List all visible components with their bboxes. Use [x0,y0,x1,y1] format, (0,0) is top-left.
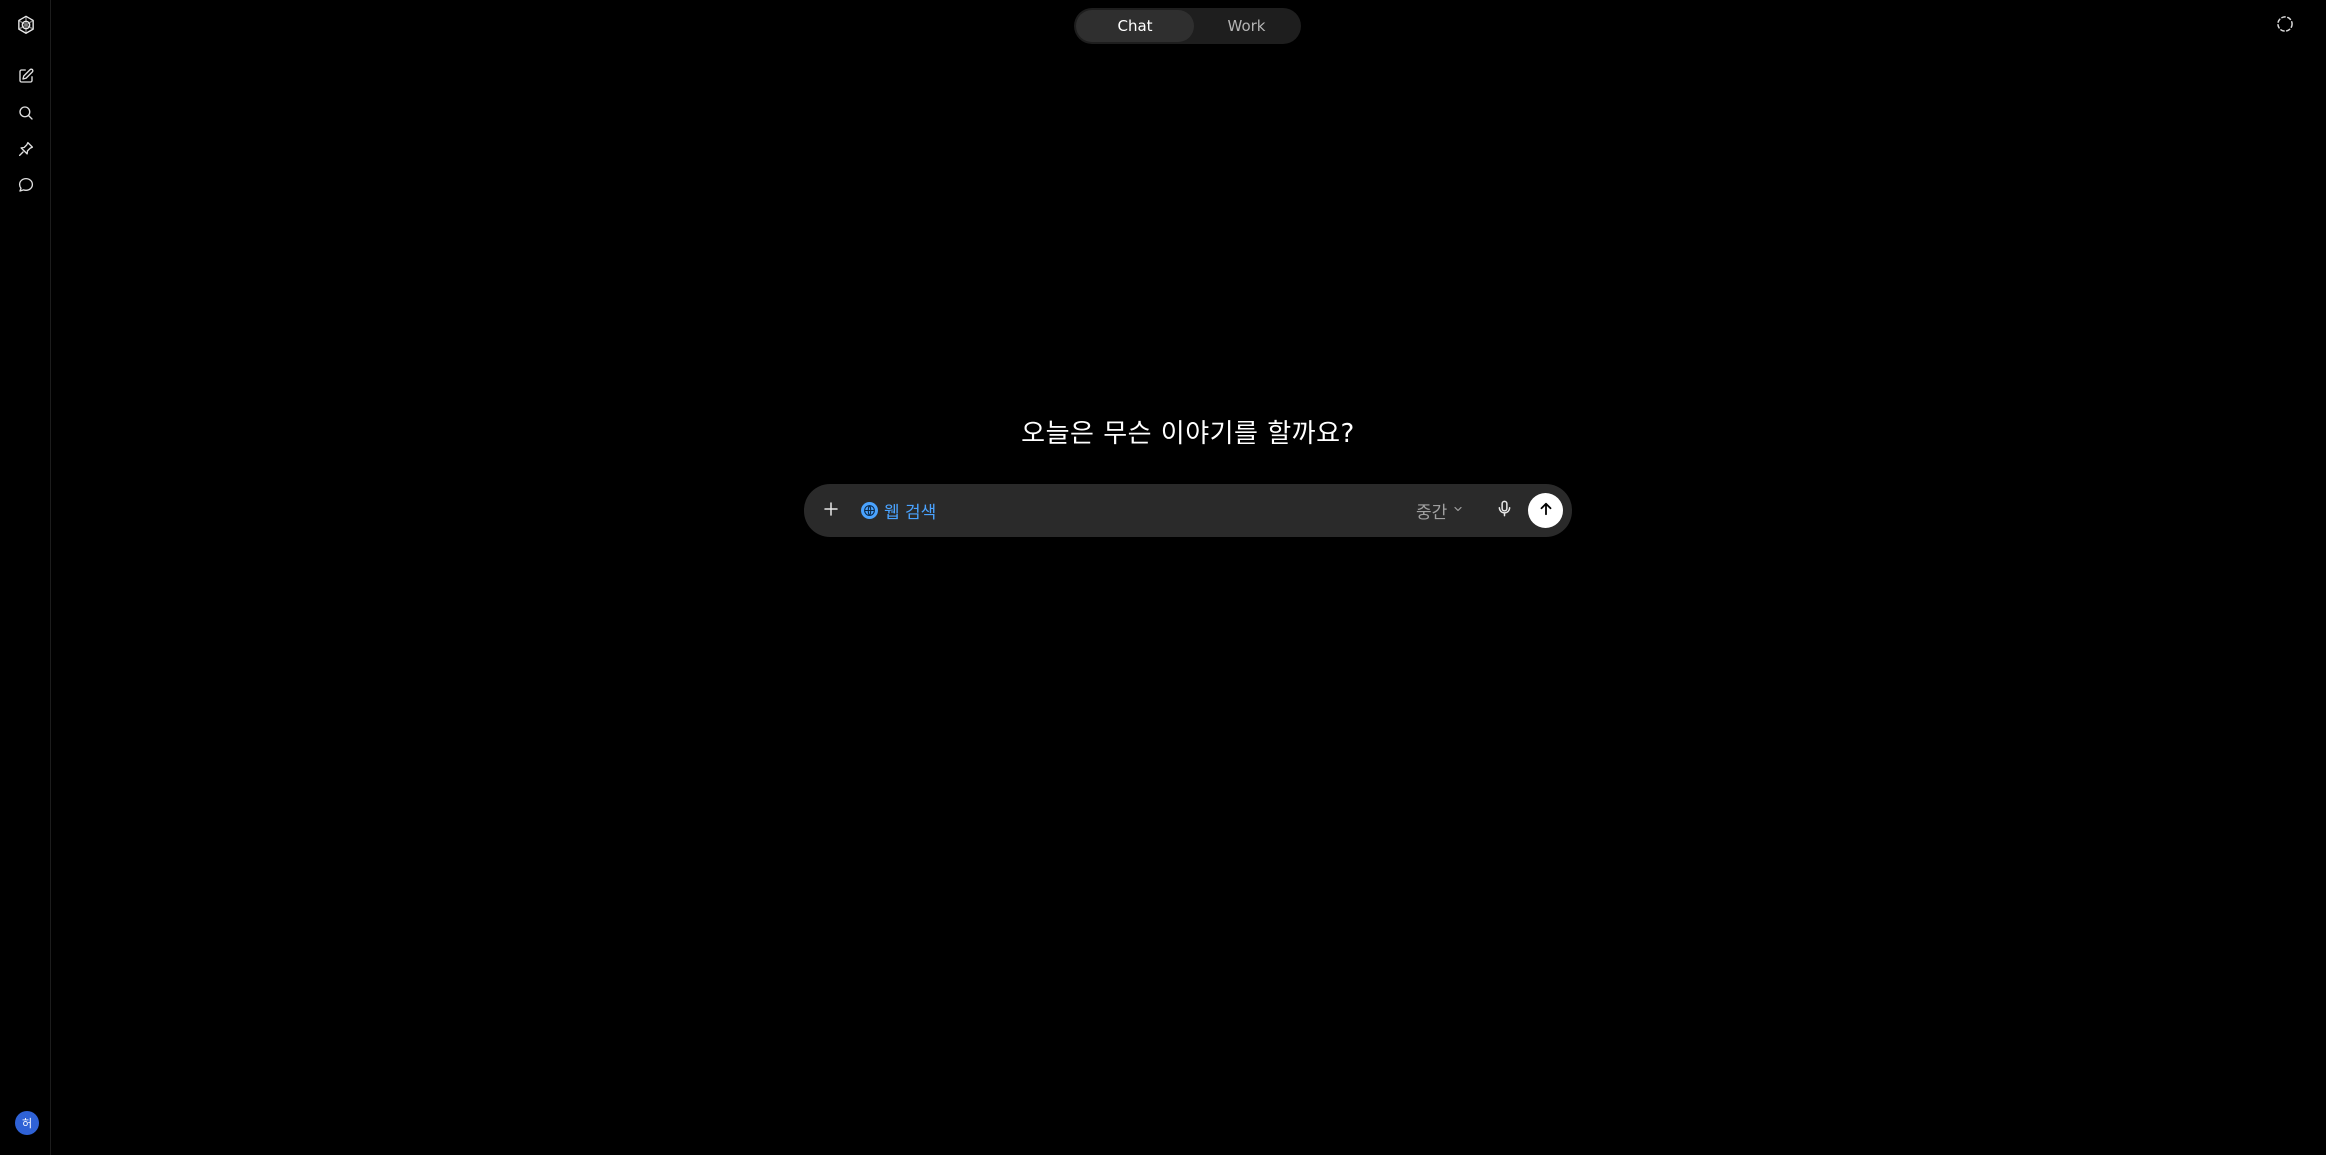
new-chat-icon [17,67,35,85]
chat-bubble-icon [17,176,35,194]
send-button[interactable] [1528,493,1563,528]
tab-work[interactable]: Work [1194,10,1299,42]
voice-input-button[interactable] [1490,496,1519,525]
chats-button[interactable] [13,172,39,198]
mode-toggle: Chat Work [1074,8,1301,44]
prompt-input[interactable] [954,494,1458,529]
tab-chat[interactable]: Chat [1076,10,1194,42]
search-icon [17,104,35,122]
temporary-chat-button[interactable] [2272,13,2298,39]
page-title: 오늘은 무슨 이야기를 할까요? [1021,419,1355,449]
effort-label: 중간 [1416,502,1448,523]
arrow-up-icon [1537,500,1555,522]
web-search-chip[interactable]: 웹 검색 [861,498,937,523]
pinned-button[interactable] [13,136,39,162]
app-window: 허 Chat Work 오늘은 무슨 이야기를 할까요? 웹 검색 중간 [0,0,2326,1155]
avatar[interactable]: 허 [15,1111,39,1135]
openai-logo-icon[interactable] [13,12,39,38]
plus-icon [822,500,840,522]
microphone-icon [1495,499,1514,522]
composer: 웹 검색 중간 [804,484,1572,537]
search-button[interactable] [13,100,39,126]
globe-icon [861,501,878,519]
add-attachment-button[interactable] [815,495,846,526]
temporary-chat-icon [2275,14,2295,38]
effort-select[interactable]: 중간 [1416,498,1464,523]
pin-icon [17,140,35,158]
avatar-initial: 허 [21,1117,33,1130]
sidebar: 허 [0,0,51,1155]
new-chat-button[interactable] [13,63,39,89]
chevron-down-icon [1452,500,1464,520]
web-search-label: 웹 검색 [884,502,937,523]
